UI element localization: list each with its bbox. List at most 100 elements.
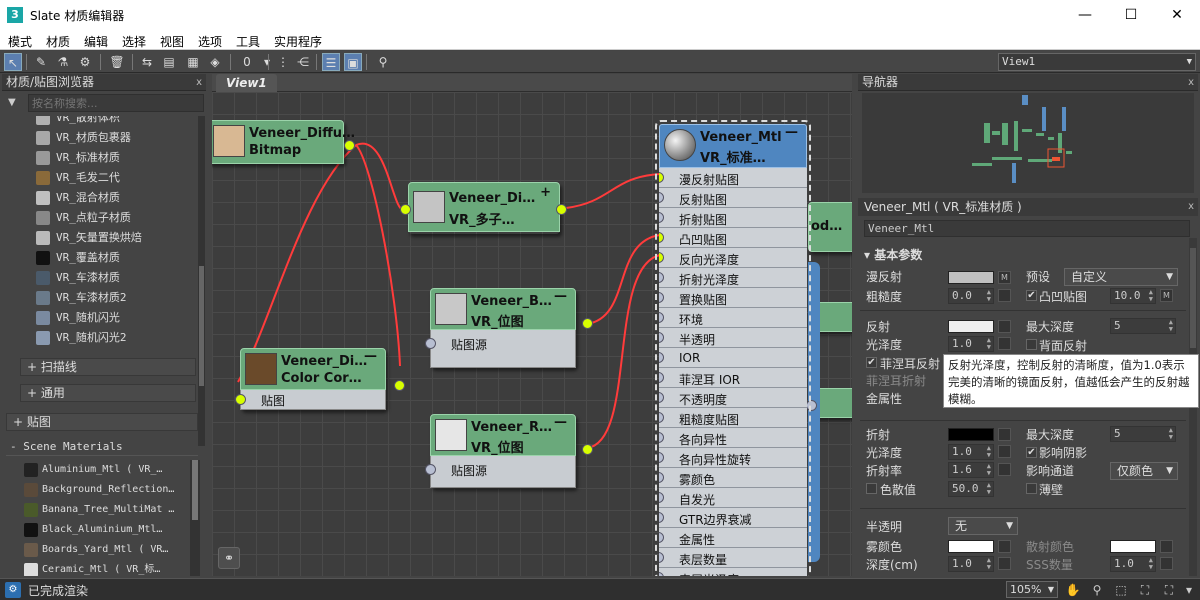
- node-color-correct[interactable]: Veneer_Di… Color Cor… — 贴图: [235, 348, 405, 410]
- select-by-material-icon[interactable]: ⚲: [374, 53, 392, 71]
- slot-input-socket[interactable]: [659, 332, 664, 343]
- fog-color-swatch[interactable]: [948, 540, 994, 553]
- menu-select[interactable]: 选择: [122, 33, 146, 50]
- slot-input-socket[interactable]: [659, 512, 664, 523]
- node-multi-submap[interactable]: Veneer_Di… VR_多子… +: [400, 182, 567, 234]
- sss-spinner[interactable]: 1.0 ▲ ▼: [1110, 556, 1156, 572]
- reflect-map-button[interactable]: [998, 320, 1011, 333]
- material-slot[interactable]: 自发光: [659, 488, 807, 508]
- material-list-item[interactable]: VR_毛发二代: [18, 168, 198, 188]
- show-background-icon[interactable]: ◈: [206, 53, 224, 71]
- node-roughness-bitmap[interactable]: Veneer_R… VR_位图 — 贴图源: [425, 414, 593, 488]
- slot-input-socket[interactable]: [659, 252, 664, 263]
- menu-utilities[interactable]: 实用程序: [274, 33, 322, 50]
- spinner-arrows-icon[interactable]: ▲ ▼: [987, 482, 991, 496]
- select-tool-icon[interactable]: ↖: [4, 53, 22, 71]
- slot-input-socket[interactable]: [659, 432, 664, 443]
- material-list-item[interactable]: VR_混合材质: [18, 188, 198, 208]
- node-veneer-mtl[interactable]: Veneer_Mtl VR_标准… — 漫反射贴图 反射贴图 折射贴图 凸凹贴图 反向光…: [655, 120, 811, 576]
- fog-map-button[interactable]: [998, 540, 1011, 553]
- depth-spinner[interactable]: 1.0 ▲ ▼: [948, 556, 994, 572]
- material-slot[interactable]: 折射贴图: [659, 208, 807, 228]
- node-bump-bitmap[interactable]: Veneer_B… VR_位图 — 贴图源: [425, 288, 593, 368]
- dispersion-spinner[interactable]: 50.0 ▲ ▼: [948, 481, 994, 497]
- sss-map-button[interactable]: [1160, 557, 1173, 570]
- thin-walled-checkbox[interactable]: [1026, 483, 1037, 494]
- refr-gloss-map-button[interactable]: [998, 445, 1011, 458]
- scene-material-item[interactable]: Banana_Tree_MultiMat …: [20, 500, 190, 520]
- material-name-field[interactable]: Veneer_Mtl: [864, 220, 1190, 237]
- affect-channel-dropdown[interactable]: 仅颜色 ▼: [1110, 462, 1178, 480]
- ior-map-button[interactable]: [998, 463, 1011, 476]
- input-socket[interactable]: [400, 204, 411, 215]
- material-list-item[interactable]: VR_车漆材质2: [18, 288, 198, 308]
- material-slot[interactable]: GTR边界衰减: [659, 508, 807, 528]
- slot-input-socket[interactable]: [659, 232, 664, 243]
- node-diffuse-bitmap[interactable]: Veneer_Diffu… Bitmap: [212, 120, 355, 164]
- material-list-item[interactable]: VR_随机闪光2: [18, 328, 198, 348]
- material-list-item[interactable]: VR_点粒子材质: [18, 208, 198, 228]
- material-browser-toggle-icon[interactable]: ☰: [322, 53, 340, 71]
- refr-gloss-spinner[interactable]: 1.0 ▲ ▼: [948, 444, 994, 460]
- material-slot[interactable]: 表层光泽度: [659, 568, 807, 576]
- roughness-spinner[interactable]: 0.0 ▲ ▼: [948, 288, 994, 304]
- put-to-library-icon[interactable]: ⚙: [76, 53, 94, 71]
- output-socket[interactable]: [394, 380, 405, 391]
- affect-shadows-checkbox[interactable]: ✔: [1026, 447, 1037, 458]
- material-list-item[interactable]: VR_矢量置换烘焙: [18, 228, 198, 248]
- gloss-spinner[interactable]: 1.0 ▲ ▼: [948, 336, 994, 352]
- slot-input-socket[interactable]: [659, 552, 664, 563]
- slot-input-socket[interactable]: [659, 192, 664, 203]
- material-list-item[interactable]: VR_材质包裹器: [18, 128, 198, 148]
- slot-input-socket[interactable]: [659, 292, 664, 303]
- max-depth-spinner[interactable]: 5 ▲ ▼: [1110, 318, 1176, 334]
- depth-map-button[interactable]: [998, 557, 1011, 570]
- rollout-scanline[interactable]: + 扫描线: [20, 358, 196, 376]
- pan-hand-icon[interactable]: ✋: [1064, 581, 1082, 599]
- material-slot[interactable]: 表层数量: [659, 548, 807, 568]
- slot-input-socket[interactable]: [659, 372, 664, 383]
- material-slot[interactable]: 金属性: [659, 528, 807, 548]
- material-slot[interactable]: 雾颜色: [659, 468, 807, 488]
- view-select[interactable]: View1 ▼: [998, 53, 1196, 71]
- minimize-node-icon[interactable]: —: [554, 289, 567, 304]
- dispersion-checkbox[interactable]: [866, 483, 877, 494]
- scene-material-item[interactable]: Black_Aluminium_Mtl…: [20, 520, 190, 540]
- minimize-node-icon[interactable]: —: [785, 125, 798, 140]
- material-list-item[interactable]: VR_散射体积: [18, 116, 198, 128]
- view-options-icon[interactable]: ▾: [1180, 581, 1198, 599]
- gloss-map-button[interactable]: [998, 337, 1011, 350]
- minimize-node-icon[interactable]: —: [554, 415, 567, 430]
- move-children-icon[interactable]: ⇆: [138, 53, 156, 71]
- slot-input-socket[interactable]: [659, 412, 664, 423]
- scene-scrollbar[interactable]: [190, 460, 200, 576]
- layout-children-icon[interactable]: ⋲: [294, 53, 312, 71]
- reflect-color-swatch[interactable]: [948, 320, 994, 333]
- material-slot[interactable]: 置换贴图: [659, 288, 807, 308]
- navigator-minimap[interactable]: [862, 93, 1194, 193]
- spinner-arrows-icon[interactable]: ▲ ▼: [987, 463, 991, 477]
- bump-map-button[interactable]: M: [1160, 289, 1173, 302]
- spinner-arrows-icon[interactable]: ▲ ▼: [987, 557, 991, 571]
- material-slot[interactable]: 不透明度: [659, 388, 807, 408]
- parameter-editor-toggle-icon[interactable]: ▣: [344, 53, 362, 71]
- bump-spinner[interactable]: 10.0 ▲ ▼: [1110, 288, 1156, 304]
- roughness-map-button[interactable]: [998, 289, 1011, 302]
- spinner-arrows-icon[interactable]: ▲ ▼: [1169, 427, 1173, 441]
- menu-edit[interactable]: 编辑: [84, 33, 108, 50]
- back-reflect-checkbox[interactable]: [1026, 339, 1037, 350]
- menu-tools[interactable]: 工具: [236, 33, 260, 50]
- scatter-map-button[interactable]: [1160, 540, 1173, 553]
- rollout-maps[interactable]: + 贴图: [6, 413, 198, 431]
- node-hidden-right-1[interactable]: od…: [808, 202, 852, 252]
- assign-material-icon[interactable]: ⚗: [54, 53, 72, 71]
- spinner-arrows-icon[interactable]: ▲ ▼: [1149, 557, 1153, 571]
- node-canvas[interactable]: Veneer_Diffu… Bitmap Veneer_Di… VR_多子… +…: [212, 92, 852, 576]
- material-slot[interactable]: 环境: [659, 308, 807, 328]
- spinner-arrows-icon[interactable]: ▲ ▼: [1169, 319, 1173, 333]
- slot-input-socket[interactable]: [659, 172, 664, 183]
- maximize-button[interactable]: ☐: [1108, 0, 1154, 30]
- material-list-item[interactable]: VR_车漆材质: [18, 268, 198, 288]
- minimize-node-icon[interactable]: —: [364, 349, 377, 364]
- search-input[interactable]: [28, 94, 204, 112]
